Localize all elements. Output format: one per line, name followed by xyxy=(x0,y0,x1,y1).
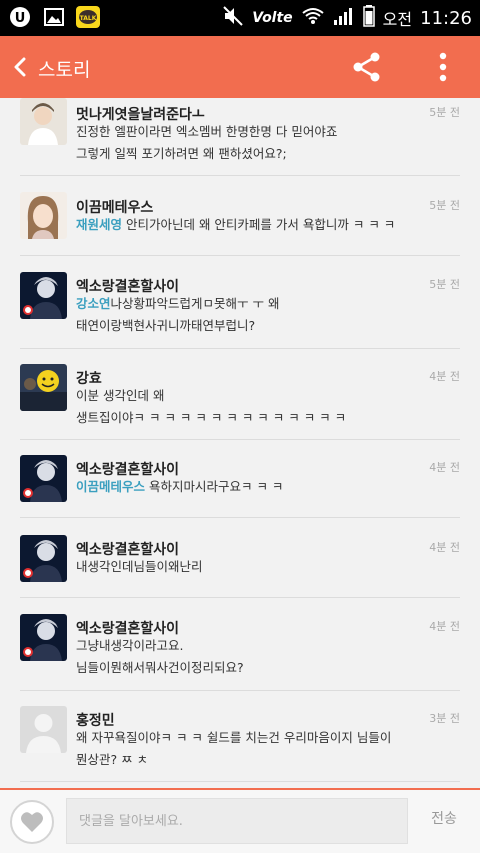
divider xyxy=(20,597,460,598)
clock-time: 11:26 xyxy=(420,7,472,29)
share-button[interactable] xyxy=(348,48,386,86)
comment-time: 4분 전 xyxy=(429,461,460,474)
comment-text: 나상황파악드럽게ㅁ못해ㅜ ㅜ 왜 xyxy=(110,296,280,311)
comment-input[interactable] xyxy=(66,798,408,844)
mention-link[interactable]: 이끔메테우스 xyxy=(76,479,145,494)
avatar[interactable] xyxy=(20,614,67,661)
default-avatar-icon xyxy=(20,706,67,753)
mute-icon xyxy=(222,5,244,31)
comment-body: 강소연나상황파악드럽게ㅁ못해ㅜ ㅜ 왜 태연이랑백현사귀니까태연부럽니? xyxy=(76,293,436,337)
wifi-icon xyxy=(301,6,325,30)
comment-body: 재원세영 안티가아닌데 왜 안티카페를 가서 욕합니까 ㅋ ㅋ ㅋ xyxy=(76,214,436,236)
more-options-button[interactable] xyxy=(424,48,462,86)
mention-link[interactable]: 재원세영 xyxy=(76,217,122,232)
comment-body: 진정한 엘판이라면 엑소멤버 한명한명 다 믿어야죠 그렇게 일찍 포기하려면 … xyxy=(76,121,436,165)
comment-time: 5분 전 xyxy=(429,106,460,119)
comment-body: 이끔메테우스 욕하지마시라구요ㅋ ㅋ ㅋ xyxy=(76,476,436,498)
avatar[interactable] xyxy=(20,535,67,582)
comment-body: 왜 자꾸욕질이야ㅋ ㅋ ㅋ 쉴드를 치는건 우리마음이지 님들이 뭔상관? ㅉ … xyxy=(76,727,436,771)
heart-icon xyxy=(21,812,43,832)
comment-time: 3분 전 xyxy=(429,712,460,725)
comment-line: 강소연나상황파악드럽게ㅁ못해ㅜ ㅜ 왜 xyxy=(76,293,436,315)
avatar[interactable] xyxy=(20,455,67,502)
comment-line: 진정한 엘판이라면 엑소멤버 한명한명 다 믿어야죠 xyxy=(76,124,338,139)
divider xyxy=(20,781,460,782)
comment-time: 4분 전 xyxy=(429,620,460,633)
comment-body: 이분 생각인데 왜 생트집이야ㅋ ㅋ ㅋ ㅋ ㅋ ㅋ ㅋ ㅋ ㅋ ㅋ ㅋ ㅋ ㅋ… xyxy=(76,385,436,429)
divider xyxy=(20,175,460,176)
divider xyxy=(20,690,460,691)
comment-line: 생트집이야ㅋ ㅋ ㅋ ㅋ ㅋ ㅋ ㅋ ㅋ ㅋ ㅋ ㅋ ㅋ ㅋ ㅋ xyxy=(76,410,347,425)
avatar[interactable] xyxy=(20,364,67,411)
comment-line: 내생각인데님들이왜난리 xyxy=(76,559,203,574)
like-button[interactable] xyxy=(10,800,54,844)
more-vertical-icon xyxy=(439,52,447,82)
avatar[interactable] xyxy=(20,272,67,319)
comment-list[interactable]: 멋나게엿을날려준다ㅗ 5분 전 진정한 엘판이라면 엑소멤버 한명한명 다 믿어… xyxy=(0,98,480,788)
comment-line: 왜 자꾸욕질이야ㅋ ㅋ ㅋ 쉴드를 치는건 우리마음이지 님들이 xyxy=(76,730,392,745)
comment-time: 4분 전 xyxy=(429,370,460,383)
mention-link[interactable]: 강소연 xyxy=(76,296,111,311)
u-plus-icon: U xyxy=(8,5,32,29)
comment-text: 욕하지마시라구요ㅋ ㅋ ㅋ xyxy=(145,479,284,494)
comment-line: 이끔메테우스 욕하지마시라구요ㅋ ㅋ ㅋ xyxy=(76,476,436,498)
back-arrow-icon xyxy=(14,57,26,77)
comment-line: 뭔상관? ㅉ ㅊ xyxy=(76,752,149,767)
comment-time: 5분 전 xyxy=(429,278,460,291)
gallery-icon xyxy=(42,5,66,29)
divider xyxy=(20,517,460,518)
divider xyxy=(20,348,460,349)
avatar[interactable] xyxy=(20,98,67,145)
svg-text:U: U xyxy=(15,11,26,26)
comment-bar: 전송 xyxy=(0,790,480,853)
comment-time: 5분 전 xyxy=(429,199,460,212)
send-button[interactable]: 전송 xyxy=(418,808,470,828)
kakaotalk-label: TALK xyxy=(80,15,97,22)
clock-ampm: 오전 xyxy=(382,10,413,29)
comment-line: 태연이랑백현사귀니까태연부럽니? xyxy=(76,318,256,333)
avatar-placeholder[interactable] xyxy=(20,706,67,753)
share-icon xyxy=(353,52,380,82)
comment-body: 그냥내생각이라고요. 님들이뭔해서뭐사건이정리되요? xyxy=(76,635,436,679)
comment-line: 이분 생각인데 왜 xyxy=(76,388,165,403)
battery-icon xyxy=(362,5,375,31)
back-button[interactable] xyxy=(4,51,36,83)
comment-line: 그냥내생각이라고요. xyxy=(76,638,184,653)
comment-text: 안티가아닌데 왜 안티카페를 가서 욕합니까 ㅋ ㅋ ㅋ xyxy=(122,217,396,232)
volte-icon: Volte xyxy=(252,10,293,26)
comment-body: 내생각인데님들이왜난리 xyxy=(76,556,436,578)
avatar[interactable] xyxy=(20,192,67,239)
divider xyxy=(20,439,460,440)
app-bar: 스토리 xyxy=(0,36,480,98)
comment-time: 4분 전 xyxy=(429,541,460,554)
status-bar: U TALK Volte 오전 11:26 xyxy=(0,0,480,36)
kakaotalk-icon: TALK xyxy=(76,5,100,29)
comment-line: 재원세영 안티가아닌데 왜 안티카페를 가서 욕합니까 ㅋ ㅋ ㅋ xyxy=(76,214,436,236)
comment-line: 님들이뭔해서뭐사건이정리되요? xyxy=(76,660,244,675)
divider xyxy=(20,255,460,256)
page-title: 스토리 xyxy=(38,59,91,81)
comment-line: 그렇게 일찍 포기하려면 왜 팬하셨어요?; xyxy=(76,146,287,161)
signal-icon xyxy=(333,6,355,30)
